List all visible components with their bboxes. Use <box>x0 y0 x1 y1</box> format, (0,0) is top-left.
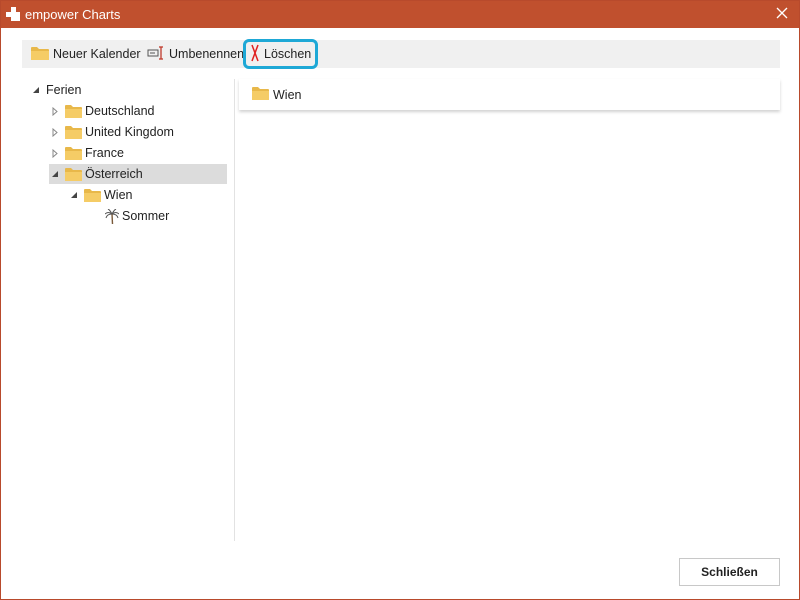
collapsed-arrow-icon[interactable] <box>49 147 61 159</box>
content-item-wien[interactable]: Wien <box>252 87 301 103</box>
new-calendar-label: Neuer Kalender <box>53 47 141 61</box>
folder-icon <box>84 188 101 202</box>
close-icon <box>776 7 788 22</box>
tree-item-label: Deutschland <box>85 104 155 118</box>
title-bar: empower Charts <box>1 1 799 28</box>
new-calendar-button[interactable]: Neuer Kalender <box>27 42 145 66</box>
app-logo-icon <box>6 7 20 21</box>
content-item-label: Wien <box>273 88 302 102</box>
folder-icon <box>65 167 82 181</box>
folder-icon <box>252 87 269 103</box>
window-title: empower Charts <box>25 7 121 22</box>
tree-item-label: Österreich <box>85 167 143 181</box>
expanded-arrow-icon[interactable] <box>30 84 42 96</box>
delete-icon <box>250 44 260 65</box>
rename-icon <box>147 45 165 63</box>
tree-item-oesterreich[interactable]: Österreich <box>49 164 227 184</box>
expanded-arrow-icon[interactable] <box>68 189 80 201</box>
expanded-arrow-icon[interactable] <box>49 168 61 180</box>
rename-button[interactable]: Umbenennen <box>143 42 248 66</box>
calendar-tree: Ferien Deutschland United Kingdom France… <box>22 79 235 541</box>
tree-item-france[interactable]: France <box>49 143 124 163</box>
tree-item-label: Ferien <box>46 83 82 97</box>
tree-item-united-kingdom[interactable]: United Kingdom <box>49 122 174 142</box>
tree-item-deutschland[interactable]: Deutschland <box>49 101 155 121</box>
tree-item-label: Sommer <box>122 209 170 223</box>
toolbar: Neuer Kalender Umbenennen Löschen <box>22 39 780 69</box>
content-pane: Wien <box>239 79 780 110</box>
palm-tree-icon <box>105 208 119 224</box>
tree-item-label: France <box>85 146 124 160</box>
close-dialog-button[interactable]: Schließen <box>679 558 780 586</box>
tree-item-label: United Kingdom <box>85 125 174 139</box>
delete-label: Löschen <box>264 47 312 61</box>
window-close-button[interactable] <box>765 1 799 28</box>
tree-item-sommer[interactable]: Sommer <box>105 206 169 226</box>
tree-item-ferien[interactable]: Ferien <box>30 80 81 100</box>
folder-icon <box>31 46 49 63</box>
delete-button[interactable]: Löschen <box>242 39 319 69</box>
tree-item-wien[interactable]: Wien <box>68 185 132 205</box>
folder-icon <box>65 125 82 139</box>
tree-item-label: Wien <box>104 188 133 202</box>
collapsed-arrow-icon[interactable] <box>49 126 61 138</box>
folder-icon <box>65 104 82 118</box>
collapsed-arrow-icon[interactable] <box>49 105 61 117</box>
dialog-window: empower Charts Neuer Kalender Umbenennen… <box>0 0 800 600</box>
rename-label: Umbenennen <box>169 47 245 61</box>
folder-icon <box>65 146 82 160</box>
